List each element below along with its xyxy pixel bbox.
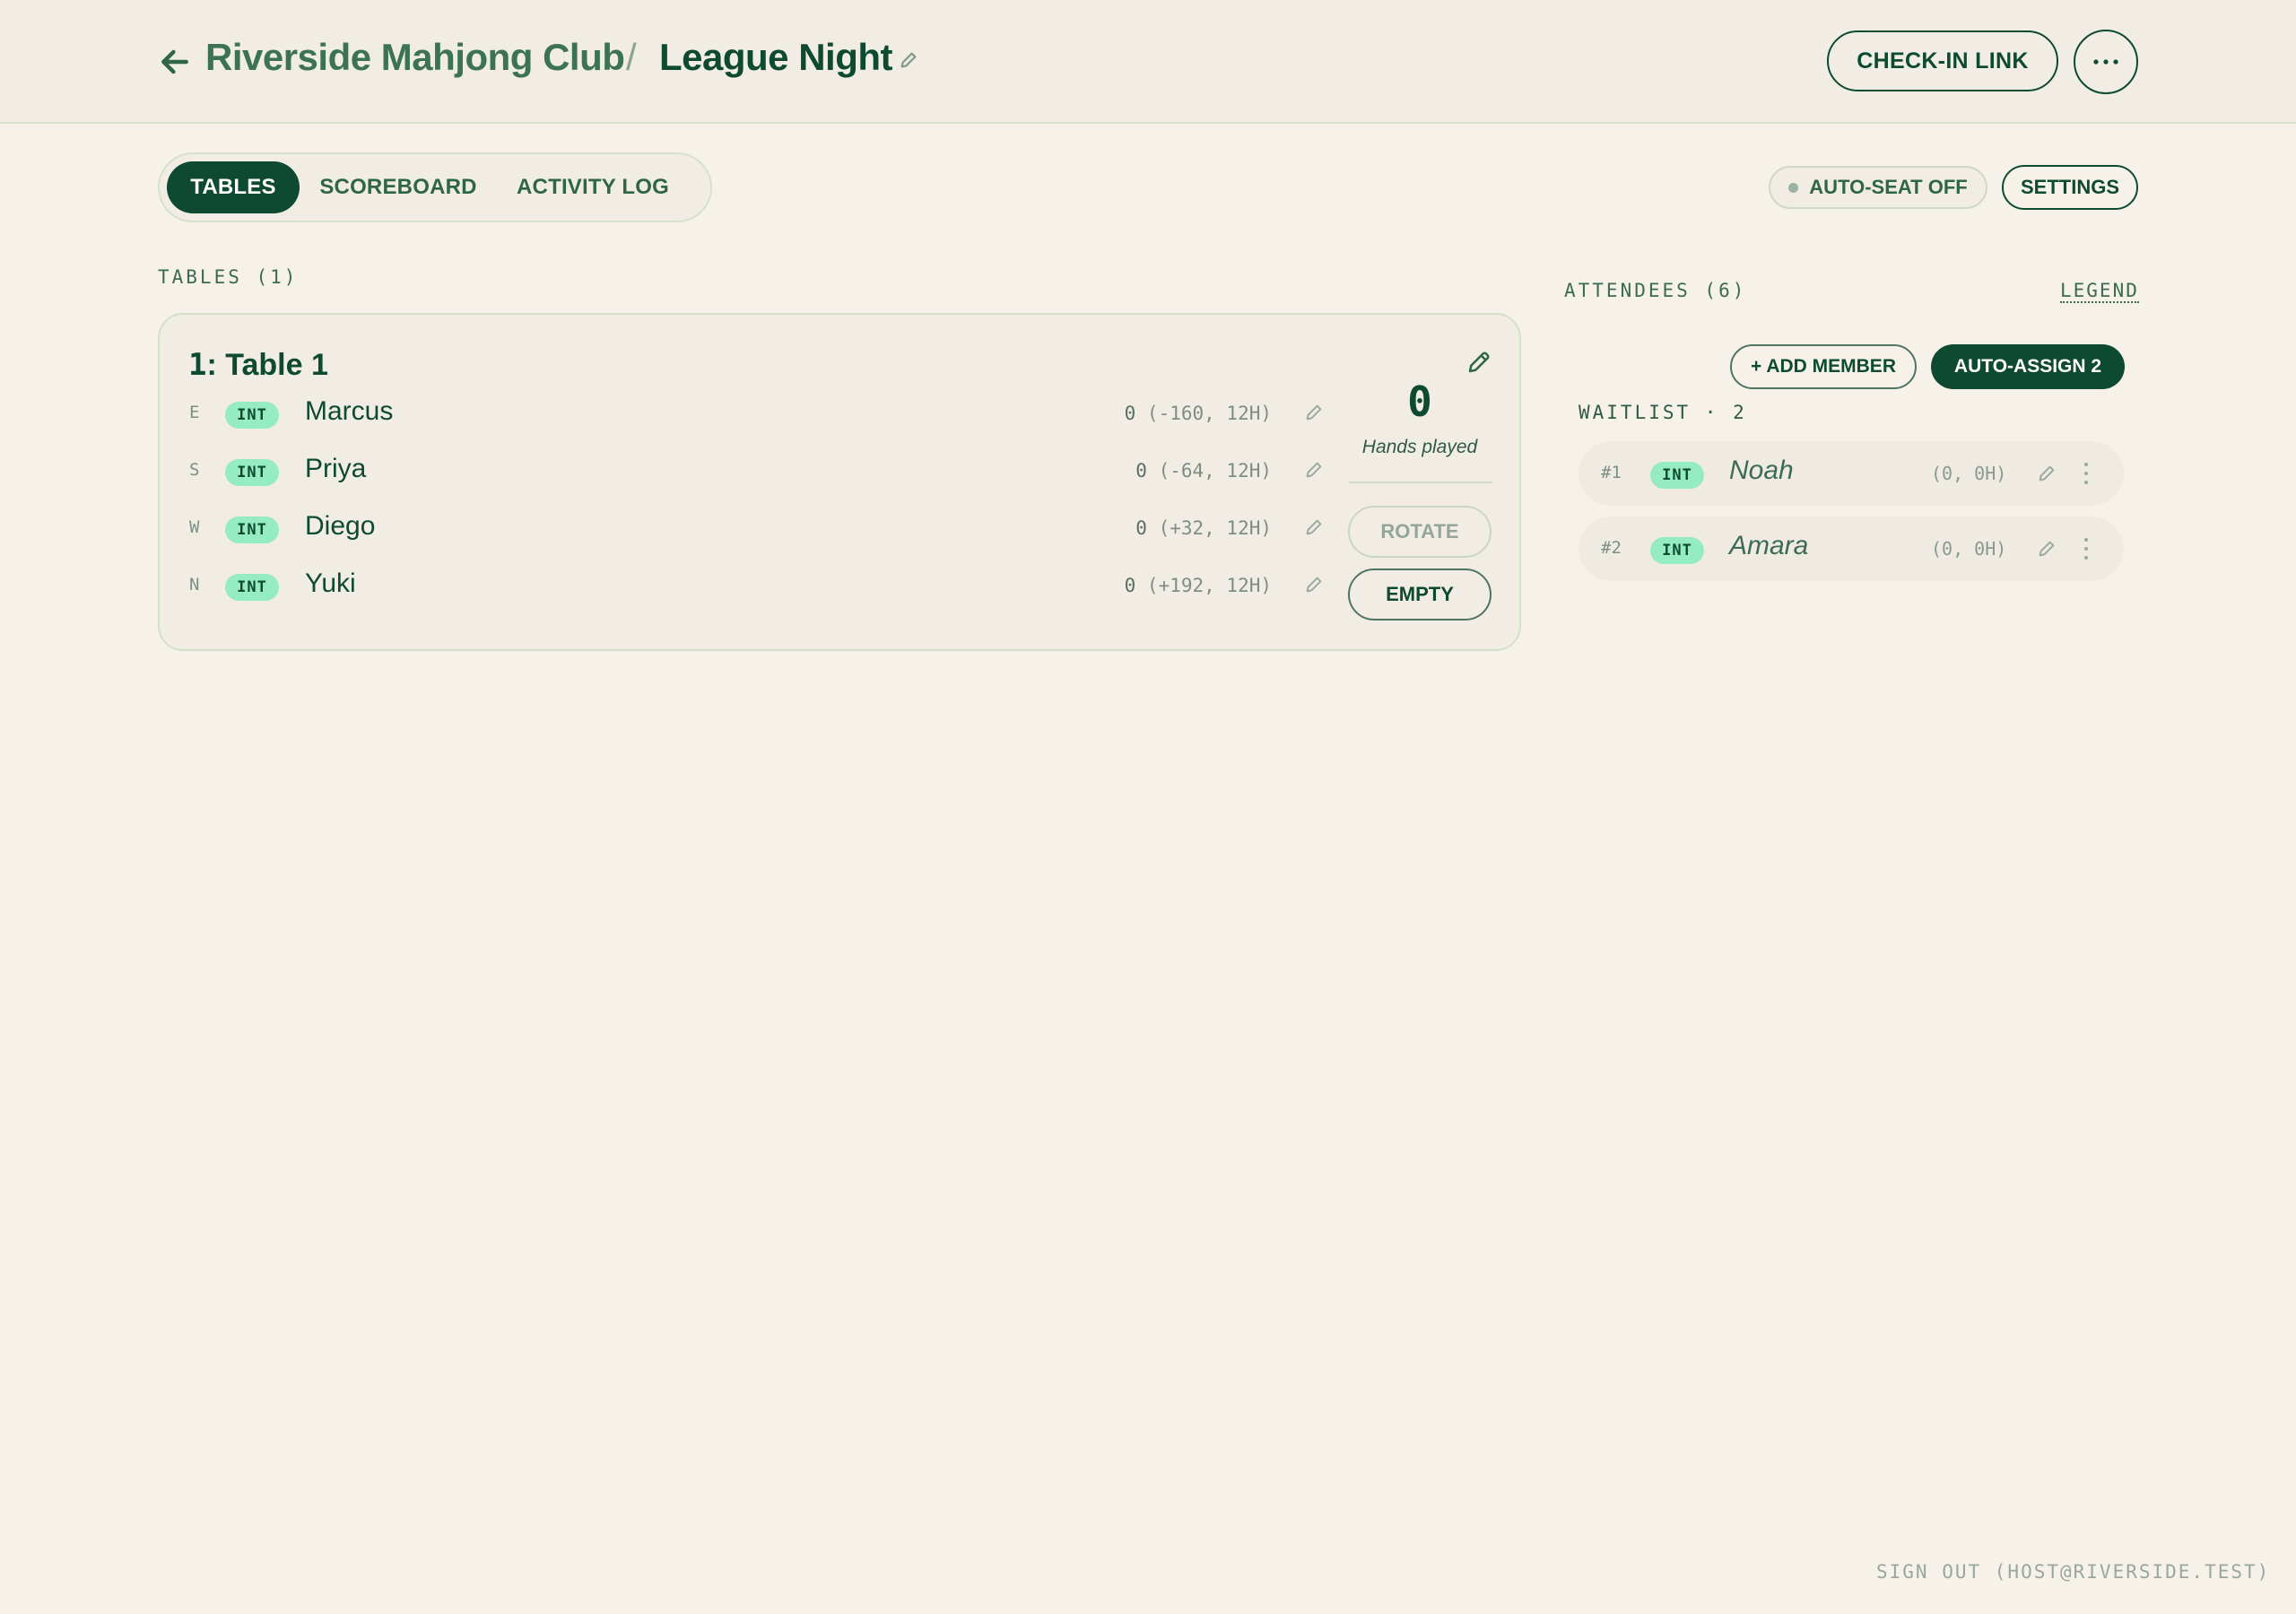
tab-activity-log[interactable]: ACTIVITY LOG — [499, 161, 687, 213]
player-score: 0 (+32, 12H) — [1135, 517, 1272, 539]
hands-played-label: Hands played — [1361, 437, 1478, 457]
breadcrumb-separator: / — [626, 36, 637, 78]
player-name[interactable]: Diego — [305, 511, 375, 542]
level-badge: INT — [225, 402, 279, 429]
attendee-name: Amara — [1729, 531, 1809, 560]
tab-tables[interactable]: TABLES — [167, 161, 300, 213]
pencil-icon[interactable] — [2037, 539, 2057, 559]
legend-link[interactable]: LEGEND — [2060, 280, 2139, 303]
pencil-icon[interactable] — [1304, 403, 1324, 422]
tab-scoreboard[interactable]: SCOREBOARD — [309, 161, 488, 213]
player-score: 0 (-64, 12H) — [1135, 460, 1272, 482]
auto-assign-button[interactable]: AUTO-ASSIGN 2 — [1931, 344, 2125, 389]
pencil-icon[interactable] — [899, 50, 918, 70]
waitlist-item[interactable]: #2 INT Amara (0, 0H) — [1578, 516, 2124, 581]
tables-section-label: TABLES (1) — [158, 266, 299, 288]
more-options-button[interactable] — [2074, 30, 2138, 94]
table-title: 1: Table 1 — [188, 347, 328, 383]
empty-table-button[interactable]: EMPTY — [1348, 568, 1492, 620]
player-score: 0 (+192, 12H) — [1124, 575, 1272, 596]
pencil-icon[interactable] — [1304, 517, 1324, 537]
kebab-icon[interactable] — [2081, 461, 2092, 486]
level-badge: INT — [225, 516, 279, 543]
attendee-name: Noah — [1729, 456, 1794, 485]
status-dot — [1788, 182, 1799, 193]
check-in-link-button[interactable]: CHECK-IN LINK — [1827, 30, 2058, 91]
waitlist-position: #2 — [1601, 538, 1622, 558]
player-name[interactable]: Yuki — [305, 568, 356, 599]
auto-seat-label: AUTO-SEAT OFF — [1809, 176, 1968, 198]
top-header: Riverside Mahjong Club / League Night CH… — [0, 0, 2296, 124]
ellipsis-icon — [2093, 59, 2118, 65]
table-card: 1: Table 1 E INT Marcus 0 (-160, 12H) S … — [158, 313, 1521, 651]
seat-wind: S — [189, 460, 200, 480]
pencil-icon[interactable] — [2037, 464, 2057, 483]
player-name[interactable]: Marcus — [305, 396, 393, 427]
seat-wind: E — [189, 403, 200, 422]
add-member-button[interactable]: + ADD MEMBER — [1730, 344, 1917, 389]
arrow-left-icon[interactable] — [158, 45, 192, 79]
seat-wind: W — [189, 517, 200, 537]
attendee-score: (0, 0H) — [1931, 538, 2007, 560]
view-tabs: TABLES SCOREBOARD ACTIVITY LOG — [158, 152, 712, 222]
waitlist-item[interactable]: #1 INT Noah (0, 0H) — [1578, 441, 2124, 506]
waitlist-position: #1 — [1601, 463, 1622, 482]
sign-out-link[interactable]: SIGN OUT (HOST@RIVERSIDE.TEST) — [1876, 1561, 2270, 1583]
player-score: 0 (-160, 12H) — [1124, 403, 1272, 424]
player-name[interactable]: Priya — [305, 454, 366, 484]
level-badge: INT — [225, 459, 279, 486]
table-number: 1 — [188, 347, 207, 383]
divider — [1349, 482, 1492, 483]
seat-row: W INT Diego 0 (+32, 12H) — [160, 506, 1326, 551]
page-title: League Night — [659, 36, 893, 78]
waitlist-label: WAITLIST · 2 — [1578, 402, 1747, 423]
hands-played-count: 0 — [1407, 377, 1432, 426]
attendees-section-label: ATTENDEES (6) — [1564, 280, 1747, 301]
auto-seat-toggle[interactable]: AUTO-SEAT OFF — [1769, 166, 1987, 209]
seat-row: E INT Marcus 0 (-160, 12H) — [160, 391, 1326, 436]
attendee-score: (0, 0H) — [1931, 463, 2007, 484]
pencil-icon[interactable] — [1465, 349, 1492, 376]
level-badge: INT — [1650, 537, 1704, 564]
table-name: : Table 1 — [206, 348, 328, 382]
seat-row: N INT Yuki 0 (+192, 12H) — [160, 563, 1326, 608]
rotate-button[interactable]: ROTATE — [1348, 506, 1492, 558]
pencil-icon[interactable] — [1304, 575, 1324, 594]
seat-row: S INT Priya 0 (-64, 12H) — [160, 448, 1326, 493]
level-badge: INT — [1650, 462, 1704, 489]
kebab-icon[interactable] — [2081, 536, 2092, 561]
level-badge: INT — [225, 574, 279, 601]
pencil-icon[interactable] — [1304, 460, 1324, 480]
seat-wind: N — [189, 575, 200, 594]
breadcrumb-club-link[interactable]: Riverside Mahjong Club — [205, 36, 625, 79]
settings-button[interactable]: SETTINGS — [2002, 165, 2138, 210]
